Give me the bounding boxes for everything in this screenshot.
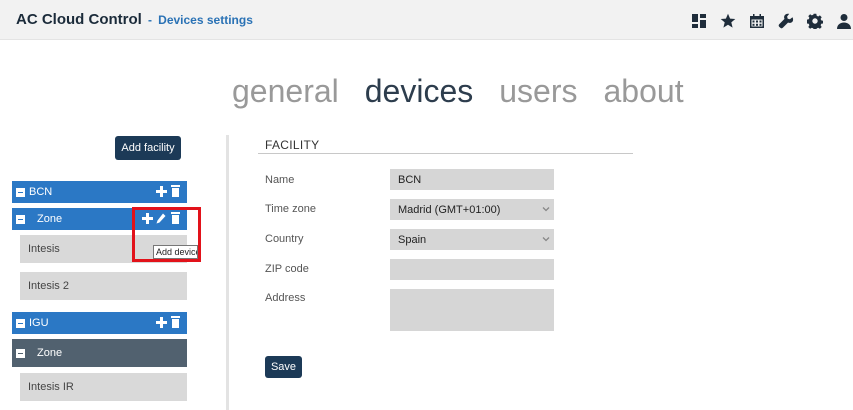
device-item[interactable]: Intesis 2	[20, 272, 187, 300]
add-icon[interactable]	[155, 184, 167, 198]
top-header: AC Cloud Control - Devices settings	[0, 0, 853, 40]
add-device-tooltip: Add device	[153, 245, 198, 259]
facility-tree: BCN Zone Intesis Intesis 2 IGU Zone Inte	[12, 181, 187, 401]
country-label: Country	[265, 233, 304, 245]
zone-name: Zone	[37, 213, 63, 225]
zip-label: ZIP code	[265, 263, 309, 275]
facility-row-bcn[interactable]: BCN	[12, 181, 187, 203]
zone-row-bcn[interactable]: Zone	[12, 208, 187, 230]
trash-icon[interactable]	[169, 315, 181, 329]
tab-general[interactable]: general	[232, 73, 339, 110]
panel-divider	[226, 135, 229, 410]
name-field[interactable]: BCN	[390, 169, 554, 190]
app-title: AC Cloud Control	[16, 11, 142, 28]
header-toolbar	[679, 12, 853, 30]
gear-icon[interactable]	[806, 12, 824, 30]
add-device-icon[interactable]	[141, 211, 153, 225]
chevron-down-icon	[542, 204, 550, 212]
section-divider	[258, 153, 633, 154]
title-separator: -	[147, 13, 152, 27]
app-brand: AC Cloud Control - Devices settings	[16, 11, 253, 28]
collapse-icon[interactable]	[16, 348, 25, 358]
country-value: Spain	[398, 233, 427, 246]
timezone-label: Time zone	[265, 203, 316, 215]
calendar-icon[interactable]	[748, 12, 766, 30]
zone-row-igu[interactable]: Zone	[12, 339, 187, 367]
wrench-icon[interactable]	[777, 12, 795, 30]
device-item[interactable]: Intesis IR	[20, 373, 187, 401]
timezone-select[interactable]: Madrid (GMT+01:00)	[390, 199, 554, 220]
collapse-icon[interactable]	[16, 187, 25, 197]
tab-users[interactable]: users	[499, 73, 577, 110]
zone-name: Zone	[37, 347, 63, 359]
facility-name: IGU	[29, 317, 49, 329]
timezone-value: Madrid (GMT+01:00)	[398, 203, 501, 216]
chevron-down-icon	[542, 234, 550, 242]
star-icon[interactable]	[719, 12, 737, 30]
trash-icon[interactable]	[169, 211, 181, 225]
collapse-icon[interactable]	[16, 214, 25, 224]
add-facility-button[interactable]: Add facility	[115, 136, 181, 160]
page-subtitle: Devices settings	[158, 13, 253, 27]
country-select[interactable]: Spain	[390, 229, 554, 250]
save-button[interactable]: Save	[265, 356, 302, 378]
pencil-icon[interactable]	[155, 211, 167, 225]
facility-actions	[153, 184, 181, 198]
collapse-icon[interactable]	[16, 318, 25, 328]
user-icon[interactable]	[835, 12, 853, 30]
main-tabs: general devices users about	[232, 73, 710, 110]
section-title: FACILITY	[265, 138, 320, 152]
address-field[interactable]	[390, 289, 554, 331]
address-label: Address	[265, 292, 306, 304]
facility-row-igu[interactable]: IGU	[12, 312, 187, 334]
trash-icon[interactable]	[169, 184, 181, 198]
facility-name: BCN	[29, 186, 53, 198]
zone-actions	[139, 211, 181, 225]
tab-about[interactable]: about	[604, 73, 684, 110]
zip-field[interactable]	[390, 259, 554, 280]
facility-actions	[153, 315, 181, 329]
add-icon[interactable]	[155, 315, 167, 329]
tab-devices[interactable]: devices	[365, 73, 474, 110]
dashboard-icon[interactable]	[690, 12, 708, 30]
name-label: Name	[265, 174, 295, 186]
